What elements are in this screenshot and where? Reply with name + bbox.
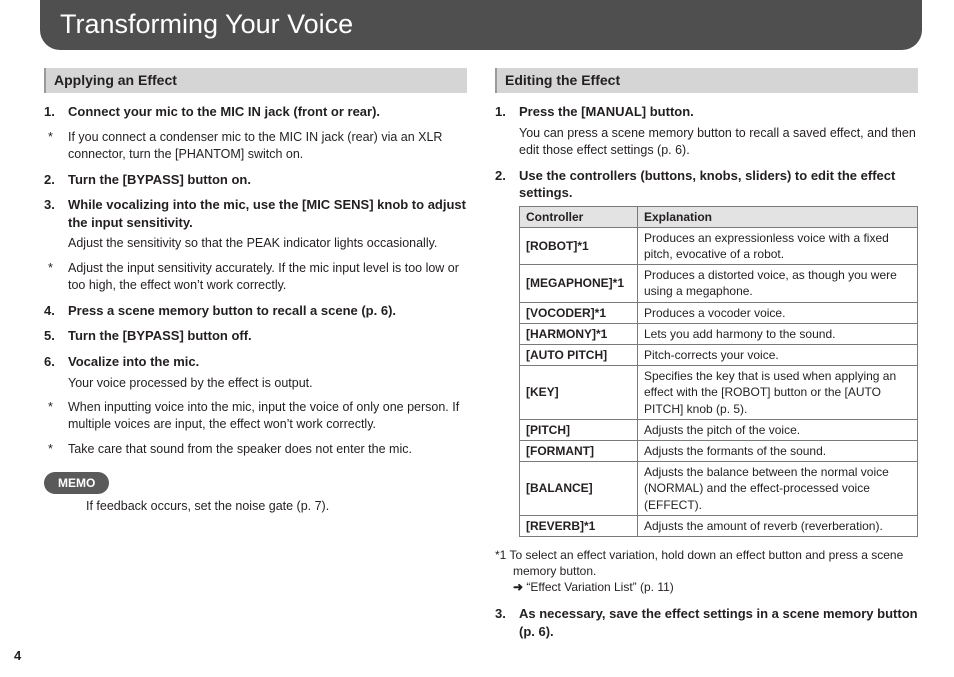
ctl-desc: Adjusts the pitch of the voice. [638,419,918,440]
step-5: Turn the [BYPASS] button off. [44,327,467,345]
step-4: Press a scene memory button to recall a … [44,302,467,320]
edit-step-3-head: As necessary, save the effect settings i… [519,605,918,640]
step-3-note: Adjust the input sensitivity accurately.… [44,260,467,294]
applying-effect-heading: Applying an Effect [44,68,467,93]
step-5-head: Turn the [BYPASS] button off. [68,327,467,345]
table-row: [REVERB]*1Adjusts the amount of reverb (… [520,515,918,536]
editing-steps-list: Press the [MANUAL] button. You can press… [495,103,918,537]
table-row: [PITCH]Adjusts the pitch of the voice. [520,419,918,440]
note-text: When inputting voice into the mic, input… [68,400,459,431]
step-4-head: Press a scene memory button to recall a … [68,302,467,320]
ctl-desc: Adjusts the amount of reverb (reverberat… [638,515,918,536]
table-row: [AUTO PITCH]Pitch-corrects your voice. [520,345,918,366]
right-column: Editing the Effect Press the [MANUAL] bu… [495,68,918,648]
th-controller: Controller [520,206,638,227]
step-6-note-2: Take care that sound from the speaker do… [44,441,467,458]
step-3-head: While vocalizing into the mic, use the [… [68,196,467,231]
ctl-name: [KEY] [520,366,638,420]
arrow-icon: ➜ [513,580,523,594]
ctl-desc: Adjusts the balance between the normal v… [638,462,918,516]
table-row: [MEGAPHONE]*1Produces a distorted voice,… [520,265,918,302]
content-columns: Applying an Effect Connect your mic to t… [44,68,918,648]
step-6-head: Vocalize into the mic. [68,353,467,371]
step-6-note-1: When inputting voice into the mic, input… [44,399,467,433]
applying-steps-list-2: Turn the [BYPASS] button on. While vocal… [44,171,467,253]
reference-text: “Effect Variation List” (p. 11) [526,580,673,594]
ctl-desc: Pitch-corrects your voice. [638,345,918,366]
table-row: [KEY]Specifies the key that is used when… [520,366,918,420]
ctl-desc: Produces a vocoder voice. [638,302,918,323]
table-row: [VOCODER]*1Produces a vocoder voice. [520,302,918,323]
applying-steps-list: Connect your mic to the MIC IN jack (fro… [44,103,467,121]
step-1: Connect your mic to the MIC IN jack (fro… [44,103,467,121]
edit-step-1-head: Press the [MANUAL] button. [519,103,918,121]
ctl-name: [AUTO PITCH] [520,345,638,366]
ctl-name: [PITCH] [520,419,638,440]
step-1-head: Connect your mic to the MIC IN jack (fro… [68,103,467,121]
page-number: 4 [14,647,21,665]
edit-step-2-head: Use the controllers (buttons, knobs, sli… [519,167,918,202]
step-2-head: Turn the [BYPASS] button on. [68,171,467,189]
reference-link: ➜ “Effect Variation List” (p. 11) [495,579,918,595]
memo-text: If feedback occurs, set the noise gate (… [44,498,467,515]
table-row: [HARMONY]*1Lets you add harmony to the s… [520,323,918,344]
note-text: Take care that sound from the speaker do… [68,442,412,456]
editing-steps-list-3: As necessary, save the effect settings i… [495,605,918,640]
note-text: Adjust the input sensitivity accurately.… [68,261,459,292]
ctl-name: [VOCODER]*1 [520,302,638,323]
table-header-row: Controller Explanation [520,206,918,227]
ctl-desc: Lets you add harmony to the sound. [638,323,918,344]
edit-step-1: Press the [MANUAL] button. You can press… [495,103,918,158]
table-row: [FORMANT]Adjusts the formants of the sou… [520,440,918,461]
applying-steps-list-3: Press a scene memory button to recall a … [44,302,467,392]
table-row: [BALANCE]Adjusts the balance between the… [520,462,918,516]
memo-badge: MEMO [44,472,109,494]
page: Transforming Your Voice Applying an Effe… [0,0,954,649]
ctl-desc: Produces an expressionless voice with a … [638,227,918,264]
step-3-body: Adjust the sensitivity so that the PEAK … [68,235,467,252]
ctl-desc: Adjusts the formants of the sound. [638,440,918,461]
footnote: *1 To select an effect variation, hold d… [495,547,918,579]
step-6: Vocalize into the mic. Your voice proces… [44,353,467,391]
step-3: While vocalizing into the mic, use the [… [44,196,467,252]
step-2: Turn the [BYPASS] button on. [44,171,467,189]
th-explanation: Explanation [638,206,918,227]
ctl-name: [REVERB]*1 [520,515,638,536]
table-row: [ROBOT]*1Produces an expressionless voic… [520,227,918,264]
ctl-name: [ROBOT]*1 [520,227,638,264]
ctl-desc: Produces a distorted voice, as though yo… [638,265,918,302]
ctl-name: [MEGAPHONE]*1 [520,265,638,302]
page-title: Transforming Your Voice [40,0,922,50]
controller-table: Controller Explanation [ROBOT]*1Produces… [519,206,918,537]
ctl-name: [HARMONY]*1 [520,323,638,344]
ctl-name: [FORMANT] [520,440,638,461]
edit-step-2: Use the controllers (buttons, knobs, sli… [495,167,918,537]
step-1-note: If you connect a condenser mic to the MI… [44,129,467,163]
editing-effect-heading: Editing the Effect [495,68,918,93]
ctl-desc: Specifies the key that is used when appl… [638,366,918,420]
step-6-body: Your voice processed by the effect is ou… [68,375,467,392]
note-text: If you connect a condenser mic to the MI… [68,130,442,161]
ctl-name: [BALANCE] [520,462,638,516]
edit-step-3: As necessary, save the effect settings i… [495,605,918,640]
edit-step-1-body: You can press a scene memory button to r… [519,125,918,159]
left-column: Applying an Effect Connect your mic to t… [44,68,467,648]
